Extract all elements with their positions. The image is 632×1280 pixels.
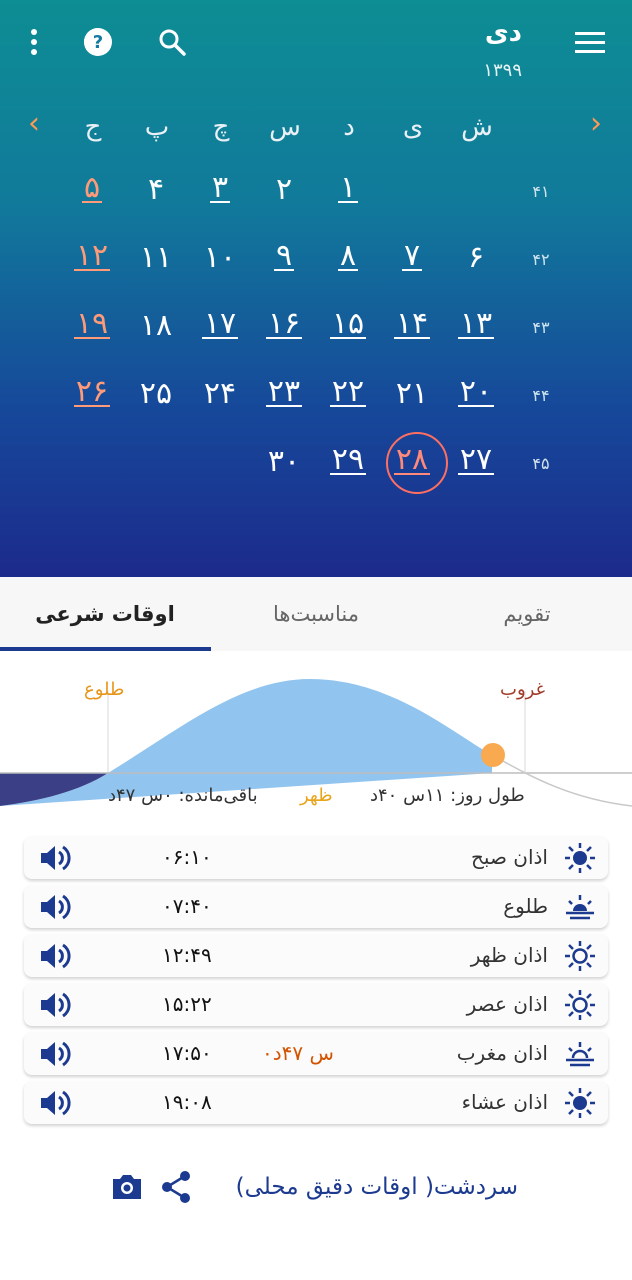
- prayer-time: ۱۲:۴۹: [162, 943, 212, 967]
- calendar-day[interactable]: ۲۴: [192, 366, 248, 420]
- prayer-row-maghrib[interactable]: ۱۷:۵۰ ۰س ۴۷د اذان مغرب: [24, 1032, 608, 1075]
- calendar-day[interactable]: ۲: [256, 162, 312, 216]
- next-month-arrow[interactable]: ›: [590, 109, 602, 139]
- prev-month-arrow[interactable]: ‹: [28, 109, 40, 139]
- prayer-name: اذان مغرب: [456, 1041, 548, 1065]
- tab-events[interactable]: مناسبت‌ها: [211, 577, 421, 651]
- calendar-day[interactable]: ۲۰: [448, 366, 504, 420]
- calendar-day[interactable]: ۴: [128, 162, 184, 216]
- time-remaining: باقی‌مانده: ۰س ۴۷د: [108, 785, 258, 806]
- sunrise-label: طلوع: [84, 679, 125, 700]
- calendar-day[interactable]: ۱۵: [320, 298, 376, 352]
- weekday-sat: ش: [461, 112, 493, 142]
- week-number: ۴۳: [532, 318, 550, 337]
- prayer-row-dhuhr[interactable]: ۱۲:۴۹ اذان ظهر: [24, 934, 608, 977]
- prayer-time: ۱۵:۲۲: [162, 992, 212, 1016]
- calendar-day[interactable]: ۲۷: [448, 434, 504, 488]
- menu-icon[interactable]: [570, 22, 610, 62]
- tab-prayer-times[interactable]: اوقات شرعی: [0, 577, 210, 651]
- sunrise-icon: [564, 891, 596, 923]
- speaker-icon[interactable]: [38, 989, 74, 1021]
- prayer-times-list: ۰۶:۱۰ اذان صبح ۰۷:۴۰ طلوع ۱۲:۴۹ اذان ظهر…: [24, 836, 608, 1130]
- share-icon[interactable]: [160, 1170, 192, 1204]
- weekday-thu: پ: [144, 112, 170, 142]
- tab-calendar[interactable]: تقویم: [422, 577, 632, 651]
- sun-outline-icon: [564, 940, 596, 972]
- prayer-name: اذان عشاء: [461, 1090, 548, 1114]
- camera-icon[interactable]: [110, 1172, 144, 1202]
- tab-bar: تقویم مناسبت‌ها اوقات شرعی: [0, 577, 632, 651]
- weekday-mon: د: [343, 112, 355, 142]
- week-number: ۴۴: [532, 386, 550, 405]
- prayer-row-sunrise[interactable]: ۰۷:۴۰ طلوع: [24, 885, 608, 928]
- noon-label: ظهر: [300, 785, 333, 806]
- calendar-day[interactable]: ۳۰: [256, 434, 312, 488]
- sun-icon: [564, 842, 596, 874]
- calendar-day-today[interactable]: ۲۸: [384, 432, 448, 494]
- day-length: طول روز: ۱۱س ۴۰د: [370, 785, 525, 806]
- calendar-day[interactable]: ۸: [320, 230, 376, 284]
- week-number: ۴۵: [532, 454, 550, 473]
- time-remaining: ۰س ۴۷د: [262, 1041, 334, 1065]
- weekday-fri: ج: [84, 112, 102, 142]
- weekday-wed: چ: [212, 112, 230, 142]
- help-icon[interactable]: ?: [78, 22, 118, 62]
- prayer-time: ۱۹:۰۸: [162, 1090, 212, 1114]
- calendar-day[interactable]: ۱۰: [192, 230, 248, 284]
- calendar-day-holiday[interactable]: ۱۲: [64, 230, 120, 284]
- search-icon[interactable]: [152, 22, 192, 62]
- sun-outline-icon: [564, 989, 596, 1021]
- prayer-row-fajr[interactable]: ۰۶:۱۰ اذان صبح: [24, 836, 608, 879]
- prayer-row-asr[interactable]: ۱۵:۲۲ اذان عصر: [24, 983, 608, 1026]
- calendar-day[interactable]: ۲۱: [384, 366, 440, 420]
- calendar-day-holiday[interactable]: ۵: [64, 162, 120, 216]
- city-location[interactable]: سردشت( اوقات دقیق محلی): [236, 1174, 518, 1200]
- calendar-header: ? دی ۱۳۹۹ ‹ › ش ی د س چ پ ج ۴۱ ۴۲ ۴۳ ۴۴ …: [0, 0, 632, 577]
- sunset-label: غروب: [500, 679, 545, 700]
- sun-path-chart: طلوع غروب ظهر طول روز: ۱۱س ۴۰د باقی‌ماند…: [0, 651, 632, 821]
- prayer-time: ۰۶:۱۰: [162, 845, 212, 869]
- prayer-name: اذان عصر: [466, 992, 548, 1016]
- location-footer: سردشت( اوقات دقیق محلی): [0, 1166, 632, 1216]
- calendar-day[interactable]: ۲۵: [128, 366, 184, 420]
- calendar-day[interactable]: ۱۸: [128, 298, 184, 352]
- prayer-name: اذان صبح: [471, 845, 548, 869]
- sun-icon: [564, 1087, 596, 1119]
- prayer-time: ۰۷:۴۰: [162, 894, 212, 918]
- calendar-day-holiday[interactable]: ۲۶: [64, 366, 120, 420]
- speaker-icon[interactable]: [38, 940, 74, 972]
- calendar-day[interactable]: ۲۲: [320, 366, 376, 420]
- calendar-day[interactable]: ۷: [384, 230, 440, 284]
- weekday-sun: ی: [402, 112, 424, 142]
- speaker-icon[interactable]: [38, 1087, 74, 1119]
- calendar-day[interactable]: ۱۷: [192, 298, 248, 352]
- month-title[interactable]: دی: [485, 18, 522, 48]
- calendar-day[interactable]: ۶: [448, 230, 504, 284]
- svg-text:?: ?: [93, 32, 103, 53]
- calendar-day[interactable]: ۲۹: [320, 434, 376, 488]
- calendar-day[interactable]: ۱۶: [256, 298, 312, 352]
- week-number: ۴۱: [532, 182, 550, 201]
- prayer-row-isha[interactable]: ۱۹:۰۸ اذان عشاء: [24, 1081, 608, 1124]
- sunset-icon: [564, 1038, 596, 1070]
- prayer-name: طلوع: [503, 894, 548, 918]
- speaker-icon[interactable]: [38, 842, 74, 874]
- prayer-time: ۱۷:۵۰: [162, 1041, 212, 1065]
- calendar-day[interactable]: ۹: [256, 230, 312, 284]
- more-vert-icon[interactable]: [14, 22, 54, 62]
- speaker-icon[interactable]: [38, 1038, 74, 1070]
- calendar-day[interactable]: ۱۴: [384, 298, 440, 352]
- speaker-icon[interactable]: [38, 891, 74, 923]
- today-ring: [386, 432, 448, 494]
- calendar-day[interactable]: ۱: [320, 162, 376, 216]
- calendar-day[interactable]: ۱۳: [448, 298, 504, 352]
- calendar-day[interactable]: ۳: [192, 162, 248, 216]
- year-title: ۱۳۹۹: [483, 60, 522, 81]
- week-number: ۴۲: [532, 250, 550, 269]
- calendar-day-holiday[interactable]: ۱۹: [64, 298, 120, 352]
- calendar-day[interactable]: ۲۳: [256, 366, 312, 420]
- calendar-day[interactable]: ۱۱: [128, 230, 184, 284]
- weekday-tue: س: [269, 112, 301, 142]
- prayer-name: اذان ظهر: [470, 943, 548, 967]
